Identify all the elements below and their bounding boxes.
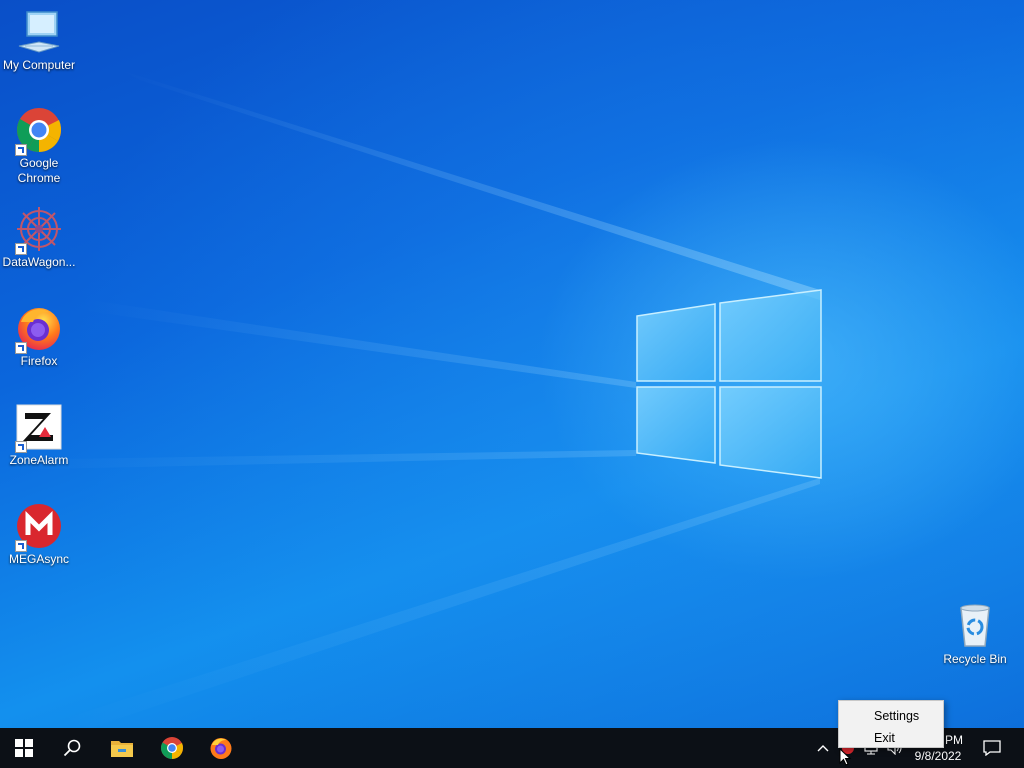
clock-date: 9/8/2022 [914, 749, 962, 763]
taskbar-chrome[interactable] [148, 728, 196, 768]
shortcut-arrow-icon [15, 243, 27, 255]
menu-item-exit[interactable]: Exit [840, 727, 942, 749]
desktop-icon-label: Firefox [20, 354, 58, 368]
chrome-icon [161, 737, 184, 759]
desktop-background[interactable]: My Computer Google Chrome DataWagon... F… [0, 0, 1024, 728]
recycle-bin-icon [951, 602, 999, 650]
start-button[interactable] [0, 728, 48, 768]
desktop-icon-my-computer[interactable]: My Computer [0, 8, 78, 73]
show-hidden-icons-button[interactable] [812, 728, 834, 768]
desktop-icon-label: My Computer [2, 58, 76, 72]
desktop-icon-label: MEGAsync [8, 552, 69, 566]
desktop-icon-label: Google Chrome [17, 156, 61, 185]
desktop-icon-recycle-bin[interactable]: Recycle Bin [936, 602, 1014, 667]
shortcut-arrow-icon [15, 342, 27, 354]
menu-item-settings[interactable]: Settings [840, 705, 942, 727]
chevron-up-icon [817, 745, 829, 752]
shortcut-arrow-icon [15, 441, 27, 453]
windows-start-icon [15, 739, 33, 757]
windows-wallpaper-logo [0, 70, 822, 728]
shortcut-arrow-icon [15, 144, 27, 156]
action-center-button[interactable] [976, 728, 1008, 768]
desktop-icon-label: DataWagon... [2, 255, 76, 269]
tray-context-menu: Settings Exit [838, 700, 944, 748]
mouse-cursor-icon [839, 748, 851, 766]
desktop-icon-zonealarm[interactable]: ZoneAlarm [0, 403, 78, 468]
computer-icon [15, 8, 63, 56]
desktop-icon-google-chrome[interactable]: Google Chrome [0, 106, 78, 186]
megasync-icon [15, 502, 63, 552]
notification-icon [983, 740, 1001, 756]
search-icon [63, 739, 81, 757]
clock-time: PM [945, 733, 963, 747]
taskbar-firefox[interactable] [197, 728, 245, 768]
desktop-icon-megasync[interactable]: MEGAsync [0, 502, 78, 567]
firefox-icon [15, 304, 63, 354]
desktop-icon-label: Recycle Bin [943, 652, 1007, 666]
desktop-icon-datawagon[interactable]: DataWagon... [0, 205, 78, 270]
search-button[interactable] [48, 728, 96, 768]
firefox-icon [210, 738, 232, 759]
datawagon-icon [15, 205, 63, 255]
zonealarm-icon [15, 403, 63, 453]
desktop-icon-firefox[interactable]: Firefox [0, 304, 78, 369]
chrome-icon [15, 106, 63, 156]
shortcut-arrow-icon [15, 540, 27, 552]
desktop-icon-label: ZoneAlarm [9, 453, 69, 467]
taskbar-file-explorer[interactable] [98, 728, 146, 768]
file-explorer-icon [111, 741, 133, 757]
